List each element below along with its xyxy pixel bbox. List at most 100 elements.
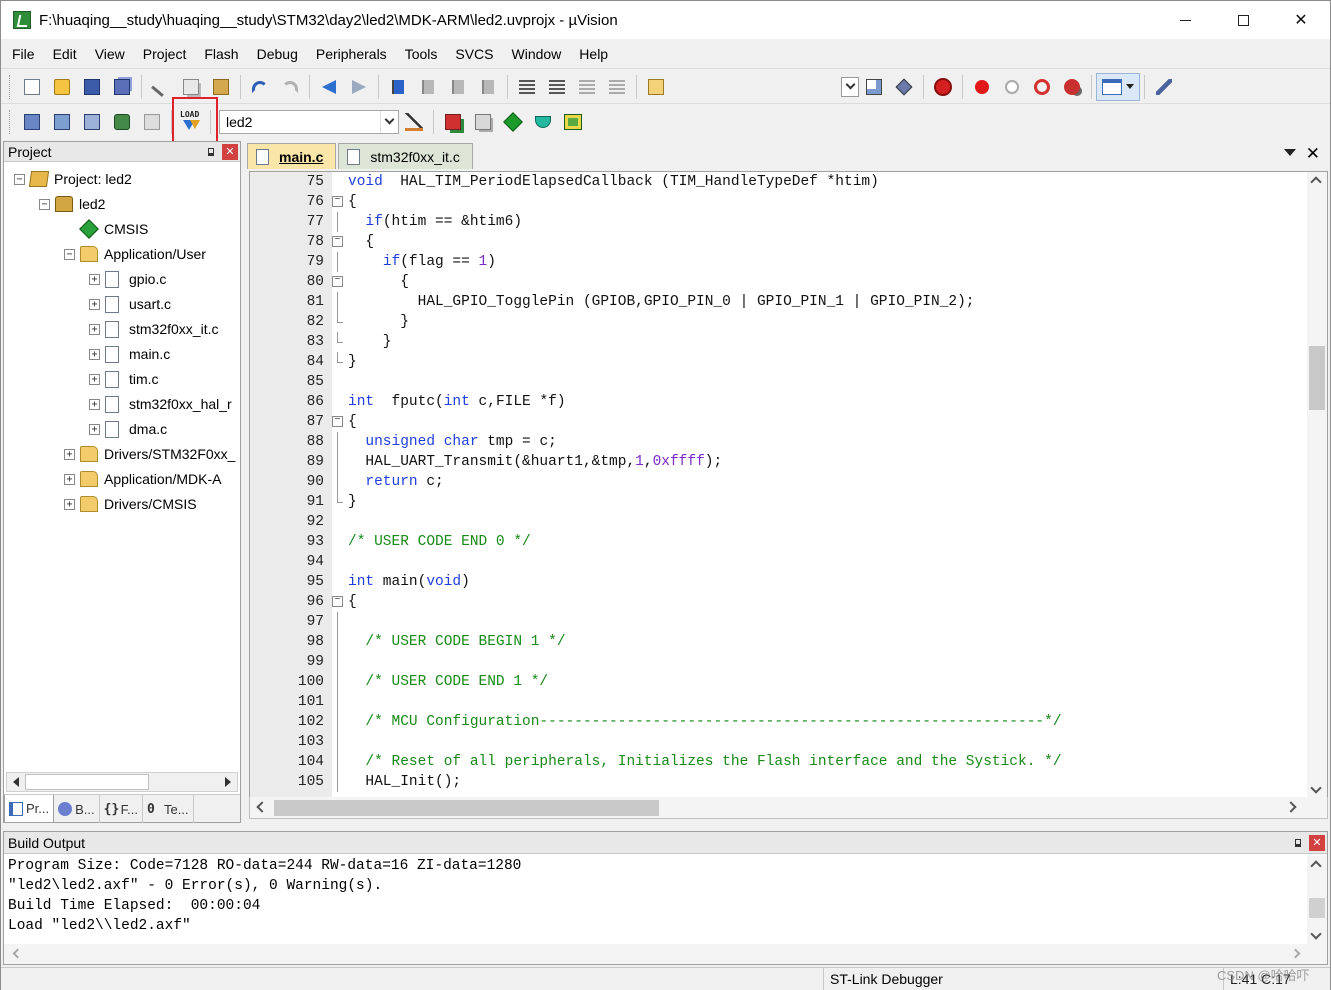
menu-project[interactable]: Project: [132, 46, 194, 62]
code-line[interactable]: 99: [250, 652, 1306, 672]
fold-marker[interactable]: −: [328, 272, 348, 292]
insert-bookmark-button[interactable]: [383, 73, 413, 101]
expand-icon[interactable]: +: [64, 473, 75, 485]
find-combo-dropdown[interactable]: [841, 76, 859, 97]
expand-icon[interactable]: +: [89, 373, 100, 385]
undo-button[interactable]: [245, 73, 275, 101]
window-layout-button[interactable]: [1096, 72, 1140, 101]
manage-multi-project-button[interactable]: [468, 108, 498, 136]
code-line[interactable]: 89 HAL_UART_Transmit(&huart1,&tmp,1,0xff…: [250, 452, 1306, 472]
code-line[interactable]: 100 /* USER CODE END 1 */: [250, 672, 1306, 692]
tab-functions[interactable]: {} F...: [100, 795, 143, 823]
comment-button[interactable]: [572, 73, 602, 101]
collapse-icon[interactable]: −: [39, 198, 50, 210]
code-line[interactable]: 76−{: [250, 192, 1306, 212]
tree-item[interactable]: + Application/MDK-A: [64, 467, 222, 491]
tab-list-dropdown-icon[interactable]: [1284, 149, 1296, 156]
navigate-forward-button[interactable]: [344, 73, 374, 101]
menu-edit[interactable]: Edit: [42, 46, 84, 62]
expand-icon[interactable]: +: [64, 448, 75, 460]
menu-tools[interactable]: Tools: [394, 46, 445, 62]
fold-marker[interactable]: −: [328, 192, 348, 212]
code-line[interactable]: 90 return c;: [250, 472, 1306, 492]
close-panel-button[interactable]: ✕: [1309, 834, 1325, 851]
close-tab-icon[interactable]: ✕: [1306, 144, 1320, 164]
open-file-button[interactable]: [47, 73, 77, 101]
cut-button[interactable]: [146, 73, 176, 101]
expand-icon[interactable]: +: [89, 273, 100, 285]
code-line[interactable]: 87−{: [250, 412, 1306, 432]
code-line[interactable]: 82 }: [250, 312, 1306, 332]
menu-peripherals[interactable]: Peripherals: [305, 46, 394, 62]
translate-button[interactable]: [17, 108, 47, 136]
project-tree-scrollbar[interactable]: [6, 772, 238, 792]
redo-button[interactable]: [275, 73, 305, 101]
manage-run-time-environment-button[interactable]: [498, 108, 528, 136]
unindent-button[interactable]: [542, 73, 572, 101]
code-line[interactable]: 85: [250, 372, 1306, 392]
manage-project-items-button[interactable]: [438, 108, 468, 136]
code-line[interactable]: 79 if(flag == 1): [250, 252, 1306, 272]
expand-icon[interactable]: +: [89, 348, 100, 360]
new-file-button[interactable]: [17, 73, 47, 101]
tab-project[interactable]: Pr...: [4, 795, 55, 823]
tab-books[interactable]: B...: [54, 795, 100, 823]
copy-button[interactable]: [176, 73, 206, 101]
scroll-right-icon[interactable]: [1290, 948, 1301, 959]
save-all-button[interactable]: [107, 73, 137, 101]
fold-collapse-icon[interactable]: −: [332, 596, 343, 607]
fold-collapse-icon[interactable]: −: [332, 196, 343, 207]
tab-main-c[interactable]: main.c: [247, 143, 337, 169]
tree-item[interactable]: + Drivers/STM32F0xx_: [64, 442, 235, 466]
code-line[interactable]: 88 unsigned char tmp = c;: [250, 432, 1306, 452]
collapse-icon[interactable]: −: [64, 248, 75, 260]
code-line[interactable]: 81 HAL_GPIO_TogglePin (GPIOB,GPIO_PIN_0 …: [250, 292, 1306, 312]
paste-button[interactable]: [206, 73, 236, 101]
expand-icon[interactable]: +: [89, 423, 100, 435]
previous-bookmark-button[interactable]: [413, 73, 443, 101]
find-in-files-button[interactable]: [641, 73, 671, 101]
collapse-icon[interactable]: −: [14, 173, 25, 185]
build-output-text[interactable]: Program Size: Code=7128 RO-data=244 RW-d…: [8, 856, 1303, 944]
tab-stm32f0xx-it-c[interactable]: stm32f0xx_it.c: [338, 143, 473, 169]
code-line[interactable]: 86 int fputc(int c,FILE *f): [250, 392, 1306, 412]
scroll-thumb[interactable]: [1309, 898, 1325, 918]
menu-file[interactable]: File: [1, 46, 42, 62]
start-debug-button[interactable]: [928, 73, 958, 101]
code-line[interactable]: 75 void HAL_TIM_PeriodElapsedCallback (TI…: [250, 172, 1306, 192]
code-line[interactable]: 95 int main(void): [250, 572, 1306, 592]
code-line[interactable]: 83 }: [250, 332, 1306, 352]
menu-view[interactable]: View: [84, 46, 132, 62]
tree-item[interactable]: − led2: [39, 192, 105, 216]
scroll-right-button[interactable]: [219, 773, 237, 791]
tree-item[interactable]: + tim.c: [89, 367, 159, 391]
indent-button[interactable]: [512, 73, 542, 101]
tree-item[interactable]: − Project: led2: [14, 167, 132, 191]
toolbar-grip[interactable]: [9, 109, 13, 134]
menu-flash[interactable]: Flash: [193, 46, 245, 62]
close-panel-button[interactable]: ✕: [222, 143, 238, 160]
select-target-dropdown[interactable]: led2: [219, 109, 399, 134]
rebuild-button[interactable]: [77, 108, 107, 136]
toolbar-grip[interactable]: [9, 74, 13, 99]
code-line[interactable]: 77 if(htim == &htim6): [250, 212, 1306, 232]
fold-collapse-icon[interactable]: −: [332, 416, 343, 427]
fold-marker[interactable]: −: [328, 232, 348, 252]
tree-item[interactable]: + Drivers/CMSIS: [64, 492, 197, 516]
next-bookmark-button[interactable]: [443, 73, 473, 101]
code-line[interactable]: 84}: [250, 352, 1306, 372]
expand-icon[interactable]: +: [89, 298, 100, 310]
fold-collapse-icon[interactable]: −: [332, 276, 343, 287]
code-horizontal-scrollbar[interactable]: [249, 797, 1328, 819]
code-line[interactable]: 103: [250, 732, 1306, 752]
menu-svcs[interactable]: SVCS: [444, 46, 500, 62]
code-line[interactable]: 105 HAL_Init();: [250, 772, 1306, 792]
expand-icon[interactable]: +: [89, 323, 100, 335]
scroll-up-icon[interactable]: [1310, 860, 1322, 872]
code-editor[interactable]: 75 void HAL_TIM_PeriodElapsedCallback (TI…: [249, 171, 1328, 799]
code-line[interactable]: 80− {: [250, 272, 1306, 292]
tab-templates[interactable]: 0 Te...: [143, 795, 194, 823]
options-for-target-button[interactable]: [399, 108, 429, 136]
fold-marker[interactable]: −: [328, 412, 348, 432]
scroll-left-button[interactable]: [7, 773, 25, 791]
